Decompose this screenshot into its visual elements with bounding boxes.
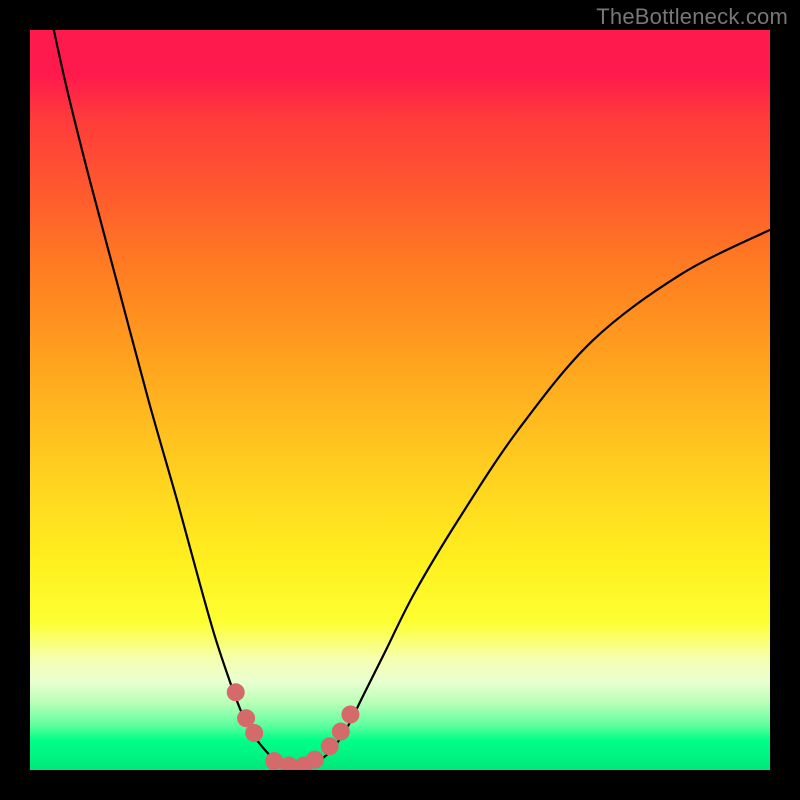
highlight-marker [332, 723, 350, 741]
highlight-marker [245, 724, 263, 742]
highlight-marker [227, 683, 245, 701]
left-curve [52, 30, 304, 767]
chart-frame: TheBottleneck.com [0, 0, 800, 800]
plot-area [30, 30, 770, 770]
highlight-marker [341, 706, 359, 724]
marker-group [227, 683, 360, 770]
curves-layer [30, 30, 770, 770]
highlight-marker [306, 751, 324, 769]
watermark-text: TheBottleneck.com [596, 4, 788, 30]
highlight-marker [321, 737, 339, 755]
right-curve [304, 230, 770, 767]
